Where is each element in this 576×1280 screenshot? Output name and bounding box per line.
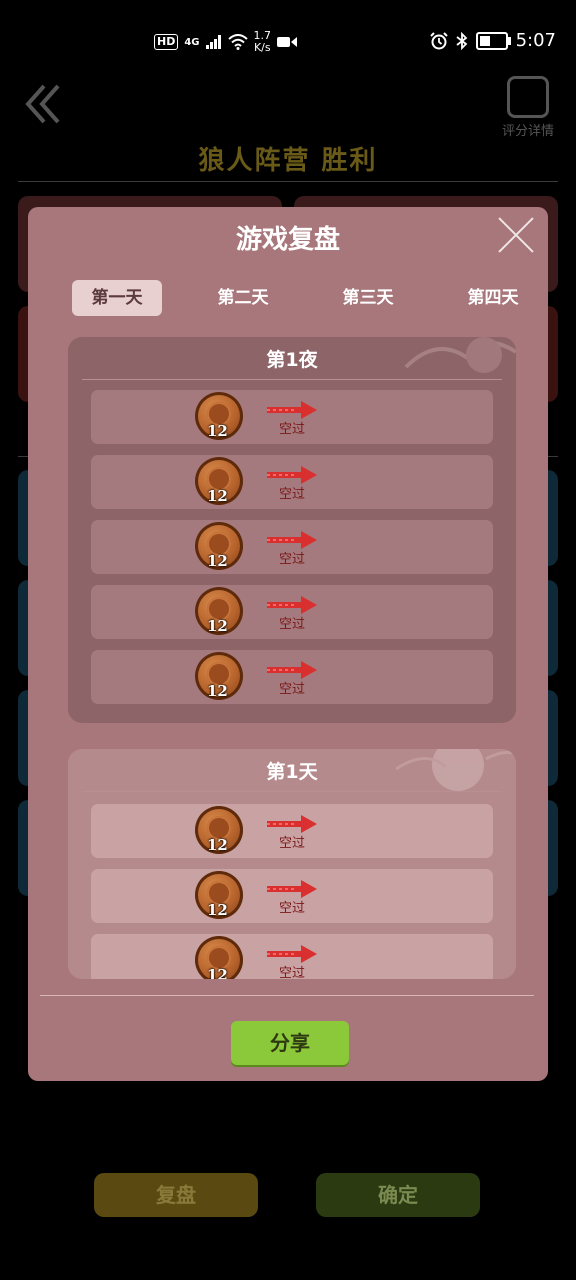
list-item: 12 空过 [91,869,493,923]
status-left: HD 4G 1.7 K/s [154,30,298,54]
video-camera-icon [277,37,298,47]
night-title: 第1夜 [266,349,318,371]
tab-day-1[interactable]: 第一天 [72,280,162,316]
list-item: 12 空过 [91,650,493,704]
day-title: 第1天 [266,761,318,783]
hd-badge: HD [154,34,179,50]
action-label: 空过 [279,836,306,851]
list-item: 12 空过 [91,455,493,509]
back-chevron-icon[interactable] [24,82,62,130]
list-item: 12 空过 [91,934,493,979]
action-label: 空过 [279,682,306,697]
close-icon[interactable] [496,215,536,255]
panel-divider [82,379,502,380]
battery-icon [475,31,511,50]
game-review-modal: 游戏复盘 第一天 第二天 第三天 第四天 第1夜 12 空过 12 空过 12 … [28,207,548,1081]
modal-title: 游戏复盘 [235,225,340,255]
night-panel: 第1夜 12 空过 12 空过 12 空过 12 空过 12 空过 [68,337,516,723]
wifi-icon [227,34,248,50]
seat-number: 12 [207,422,228,440]
share-button[interactable]: 分享 [231,1021,349,1065]
arrow-right-icon [267,880,317,898]
seat-number: 12 [207,966,228,979]
tab-day-3[interactable]: 第三天 [323,280,413,316]
list-item: 12 空过 [91,390,493,444]
panel-divider [82,791,502,792]
list-item: 12 空过 [91,585,493,639]
day-tabs: 第一天 第二天 第三天 第四天 [72,280,548,316]
action-label: 空过 [279,487,306,502]
footer-divider [40,995,534,996]
arrow-right-icon [267,815,317,833]
seat-number: 12 [207,487,228,505]
score-detail-button[interactable]: 评分详情 [498,76,558,139]
arrow-right-icon [267,661,317,679]
arrow-right-icon [267,401,317,419]
list-item: 12 空过 [91,804,493,858]
status-right: 5:07 [429,30,556,51]
review-button[interactable]: 复盘 [94,1173,258,1217]
tab-day-4[interactable]: 第四天 [448,280,538,316]
seat-number: 12 [207,617,228,635]
action-label: 空过 [279,552,306,567]
confirm-button[interactable]: 确定 [316,1173,480,1217]
tab-day-2[interactable]: 第二天 [198,280,288,316]
status-bar: HD 4G 1.7 K/s 5:07 [0,0,576,86]
day-panel: 第1天 12 空过 12 空过 12 空过 [68,749,516,979]
alarm-icon [429,31,448,49]
list-icon [507,76,549,118]
speed-unit: K/s [253,41,271,54]
action-label: 空过 [279,901,306,916]
arrow-right-icon [267,945,317,963]
list-item: 12 空过 [91,520,493,574]
arrow-right-icon [267,596,317,614]
seat-number: 12 [207,682,228,700]
seat-number: 12 [207,836,228,854]
title-divider [18,181,558,182]
score-detail-label: 评分详情 [501,124,554,139]
arrow-right-icon [267,531,317,549]
seat-number: 12 [207,901,228,919]
action-label: 空过 [279,617,306,632]
signal-icon [205,35,221,49]
network-speed: 1.7 K/s [254,30,272,54]
action-label: 空过 [279,966,306,979]
signal-4g-label: 4G [184,36,200,48]
arrow-right-icon [267,466,317,484]
seat-number: 12 [207,552,228,570]
action-label: 空过 [279,422,306,437]
clock: 5:07 [515,30,556,51]
bluetooth-icon [456,31,467,50]
result-title: 狼人阵营 胜利 [198,146,378,176]
